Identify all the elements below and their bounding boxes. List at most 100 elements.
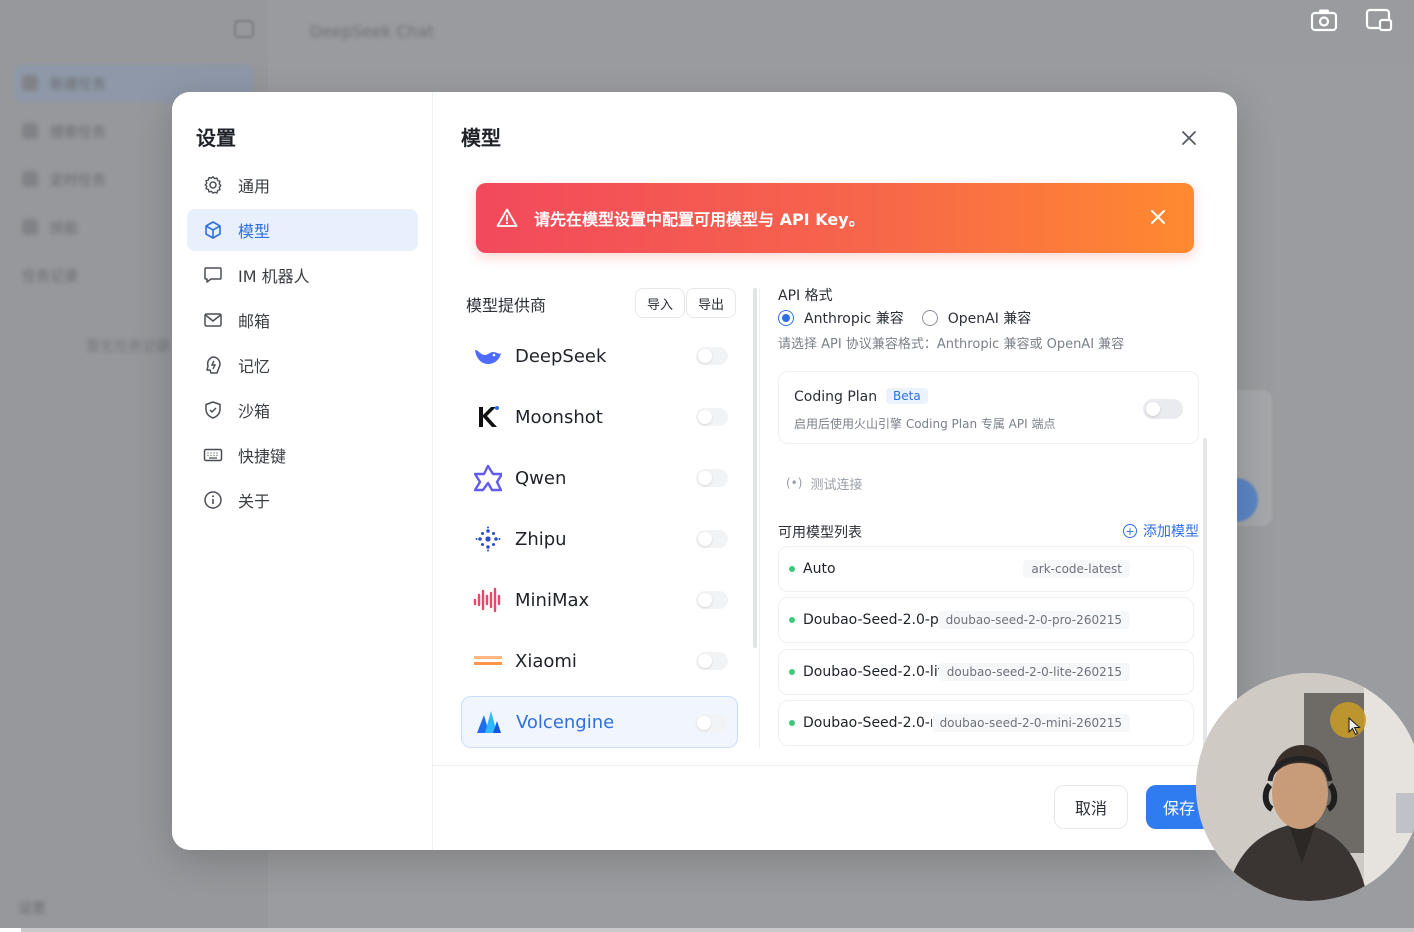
background-app-title: DeepSeek Chat [310, 22, 434, 41]
mouse-pointer-icon [1348, 716, 1361, 736]
provider-name: MiniMax [515, 589, 590, 611]
provider-toggle[interactable] [696, 530, 728, 548]
provider-name: Volcengine [516, 711, 615, 733]
alert-message: 请先在模型设置中配置可用模型与 API Key。 [534, 210, 865, 229]
provider-toggle[interactable] [696, 591, 728, 609]
provider-name: Xiaomi [515, 650, 577, 672]
radio-anthropic[interactable]: Anthropic 兼容 [778, 308, 904, 328]
config-scrollbar[interactable] [1203, 438, 1207, 748]
status-dot [789, 566, 795, 572]
gear-icon [203, 175, 223, 195]
close-icon[interactable] [1177, 126, 1201, 150]
model-id: ark-code-latest [1023, 560, 1130, 578]
radio-circle [778, 310, 794, 326]
sidebar-item-label: 邮箱 [238, 312, 271, 331]
models-list-title: 可用模型列表 [778, 525, 862, 541]
provider-deepseek[interactable]: DeepSeek [461, 330, 738, 382]
radio-label: OpenAI 兼容 [947, 311, 1032, 327]
sidebar-item-label: IM 机器人 [238, 267, 310, 286]
sidebar-item-sandbox[interactable]: 沙箱 [187, 389, 418, 431]
keyboard-icon [203, 445, 223, 465]
sidebar-item-memory[interactable]: 记忆 [187, 344, 418, 386]
provider-volcengine[interactable]: Volcengine [461, 696, 738, 748]
provider-qwen[interactable]: Qwen [461, 452, 738, 504]
background-topbar [268, 0, 1414, 64]
xiaomi-mimo-logo-icon [473, 646, 503, 676]
minimax-logo-icon [473, 585, 503, 615]
deepseek-logo-icon [473, 341, 503, 371]
coding-plan-title: Coding Plan [794, 389, 878, 405]
sidebar-item-label: 模型 [238, 222, 271, 241]
volcengine-logo-icon [474, 707, 504, 737]
cancel-button[interactable]: 取消 [1054, 785, 1128, 829]
radio-openai[interactable]: OpenAI 兼容 [921, 308, 1032, 328]
model-name: Doubao-Seed-2.0-pro [803, 612, 953, 628]
alert-close-icon[interactable] [1148, 207, 1168, 227]
import-button[interactable]: 导入 [635, 288, 686, 318]
background-settings-link: 设置 [18, 901, 46, 917]
settings-main: 模型 请先在模型设置中配置可用模型与 API Key。 模型提供商 导入 导出 … [433, 92, 1237, 850]
sidebar-item-general[interactable]: 通用 [187, 164, 418, 206]
export-button[interactable]: 导出 [686, 288, 737, 318]
provider-moonshot[interactable]: Moonshot [461, 391, 738, 443]
status-dot [789, 617, 795, 623]
api-format-label: API 格式 [778, 288, 833, 304]
camera-icon[interactable] [1310, 8, 1338, 32]
sidebar-toggle-icon [234, 20, 254, 38]
provider-toggle[interactable] [695, 714, 727, 732]
model-id: doubao-seed-2-0-lite-260215 [938, 663, 1130, 681]
provider-minimax[interactable]: MiniMax [461, 574, 738, 626]
video-progress-bar[interactable] [0, 928, 1414, 932]
sidebar-item-label: 关于 [238, 492, 271, 511]
plus-circle-icon: + [1123, 524, 1137, 538]
shield-icon [203, 400, 223, 420]
moonshot-logo-icon [473, 402, 503, 432]
provider-toggle[interactable] [696, 347, 728, 365]
test-connection-button[interactable]: (•) 测试连接 [786, 467, 862, 499]
settings-sidebar: 设置 通用 模型 IM 机器人 邮箱 记忆 沙箱 快捷键 关于 [172, 92, 433, 850]
provider-name: DeepSeek [515, 345, 607, 367]
model-row[interactable]: Doubao-Seed-2.0-lite doubao-seed-2-0-lit… [778, 649, 1194, 695]
signal-icon: (•) [786, 476, 803, 490]
sidebar-item-label: 记忆 [238, 357, 271, 376]
provider-xiaomi[interactable]: Xiaomi [461, 635, 738, 687]
provider-toggle[interactable] [696, 408, 728, 426]
page-title: 模型 [461, 126, 501, 150]
sidebar-item-im-bot[interactable]: IM 机器人 [187, 254, 418, 296]
provider-name: Moonshot [515, 406, 603, 428]
provider-toggle[interactable] [696, 652, 728, 670]
sidebar-item-model[interactable]: 模型 [187, 209, 418, 251]
radio-label: Anthropic 兼容 [804, 311, 904, 327]
sidebar-item-mail[interactable]: 邮箱 [187, 299, 418, 341]
sidebar-item-label: 沙箱 [238, 402, 271, 421]
sidebar-item-about[interactable]: 关于 [187, 479, 418, 521]
model-row[interactable]: Auto ark-code-latest [778, 546, 1194, 592]
picture-in-picture-icon[interactable] [1365, 8, 1393, 32]
chat-bubble-icon [203, 265, 223, 285]
model-id: doubao-seed-2-0-pro-260215 [937, 611, 1130, 629]
cursor-highlight [1330, 702, 1366, 738]
model-row[interactable]: Doubao-Seed-2.0-pro doubao-seed-2-0-pro-… [778, 597, 1194, 643]
webcam-overlay [1196, 673, 1414, 901]
provider-zhipu[interactable]: Zhipu [461, 513, 738, 565]
background-empty-note: 暂无任务记录 [86, 339, 170, 355]
sidebar-item-shortcuts[interactable]: 快捷键 [187, 434, 418, 476]
status-dot [789, 720, 795, 726]
status-dot [789, 669, 795, 675]
model-id: doubao-seed-2-0-mini-260215 [931, 714, 1130, 732]
provider-name: Qwen [515, 467, 567, 489]
warning-icon [496, 208, 518, 227]
add-model-button[interactable]: + 添加模型 [1123, 521, 1199, 541]
warning-alert: 请先在模型设置中配置可用模型与 API Key。 [476, 183, 1194, 253]
cube-icon [203, 220, 223, 240]
coding-plan-toggle[interactable] [1143, 399, 1183, 419]
test-connection-label: 测试连接 [810, 477, 863, 493]
coding-plan-description: 启用后使用火山引擎 Coding Plan 专属 API 端点 [794, 417, 1056, 431]
mail-icon [203, 310, 223, 330]
providers-scrollbar[interactable] [753, 288, 757, 648]
provider-name: Zhipu [515, 528, 567, 550]
model-row[interactable]: Doubao-Seed-2.0-mini doubao-seed-2-0-min… [778, 700, 1194, 746]
providers-title: 模型提供商 [466, 296, 547, 315]
model-name: Auto [803, 561, 836, 577]
provider-toggle[interactable] [696, 469, 728, 487]
